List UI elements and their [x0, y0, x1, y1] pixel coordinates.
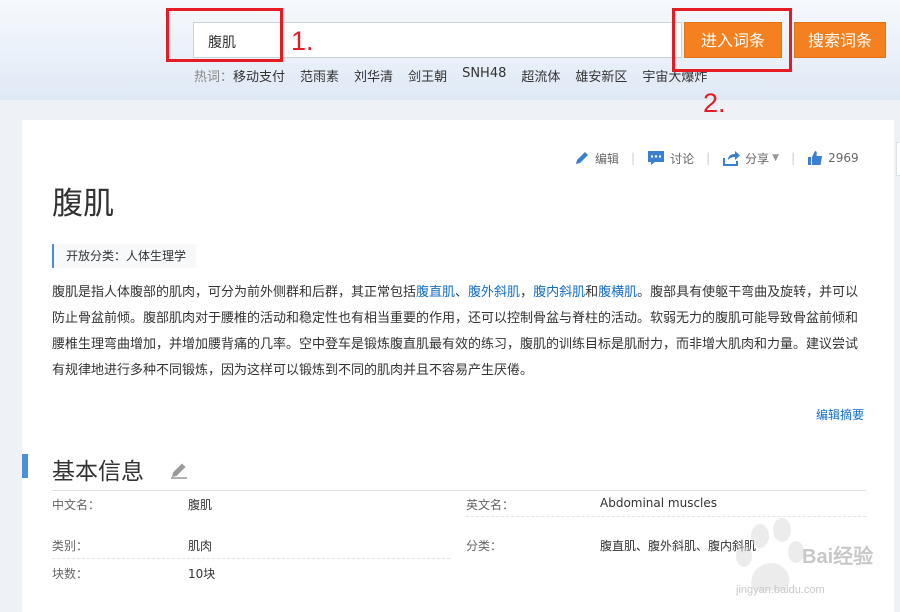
toolbar-divider: | — [706, 151, 711, 165]
hotword-link[interactable]: 范雨素 — [300, 66, 339, 85]
summary-conjunction: 和 — [585, 285, 599, 300]
hotword-link[interactable]: 剑王朝 — [408, 66, 447, 85]
watermark-brand: Bai经验 — [802, 546, 874, 568]
discuss-button[interactable]: 讨论 — [647, 150, 694, 167]
caret-down-icon: ▼ — [772, 153, 780, 163]
like-button[interactable]: 2969 — [807, 150, 859, 166]
edit-button[interactable]: 编辑 — [574, 150, 619, 167]
open-category-tag[interactable]: 开放分类：人体生理学 — [52, 244, 197, 268]
hotword-link[interactable]: 刘华清 — [354, 66, 393, 85]
summary-separator: 、 — [455, 285, 469, 300]
annotation-box-enter — [672, 8, 792, 72]
entry-toolbar: 编辑 | 讨论 | 分享 ▼ | 2969 — [574, 148, 859, 168]
link-transversus-abdominis[interactable]: 腹横肌 — [598, 285, 637, 300]
basic-info-title: 基本信息 — [52, 459, 144, 485]
info-label: 块数： — [52, 567, 89, 581]
summary-text: 腹肌是指人体腹部的肌肉，可分为前外侧群和后群，其正常包括 — [52, 285, 417, 300]
hotwords-bar: 热词： 移动支付 范雨素 刘华清 剑王朝 SNH48 超流体 雄安新区 宇宙大爆… — [194, 66, 722, 85]
share-button[interactable]: 分享 ▼ — [722, 150, 779, 167]
link-external-oblique[interactable]: 腹外斜肌 — [468, 285, 520, 300]
hotword-link[interactable]: 雄安新区 — [575, 66, 627, 85]
info-value: 10块 — [188, 567, 216, 581]
info-row: 块数： 10块 — [52, 558, 450, 584]
hotword-link[interactable]: 超流体 — [521, 66, 560, 85]
hotword-link[interactable]: SNH48 — [462, 66, 506, 84]
info-label: 英文名： — [466, 498, 515, 512]
watermark-url: jingyan.baidu.com — [736, 584, 825, 596]
summary-separator: ， — [520, 285, 534, 300]
link-rectus-abdominis[interactable]: 腹直肌 — [416, 285, 455, 300]
info-label: 类别： — [52, 539, 89, 553]
entry-summary: 腹肌是指人体腹部的肌肉，可分为前外侧群和后群，其正常包括腹直肌、腹外斜肌，腹内斜… — [52, 280, 864, 384]
side-panel-edge — [896, 142, 900, 176]
toolbar-divider: | — [631, 151, 636, 165]
thumbs-up-icon — [808, 151, 823, 165]
link-internal-oblique[interactable]: 腹内斜肌 — [533, 285, 585, 300]
annotation-step-1: 1. — [291, 26, 314, 56]
hotword-link[interactable]: 移动支付 — [233, 66, 285, 85]
annotation-box-search — [166, 8, 283, 62]
share-label: 分享 — [745, 151, 770, 166]
annotation-step-2: 2. — [703, 88, 726, 118]
info-value: 腹肌 — [188, 498, 213, 512]
share-icon — [723, 151, 741, 166]
pencil-icon — [576, 152, 588, 164]
like-count: 2969 — [828, 151, 859, 165]
chat-icon — [648, 151, 665, 165]
info-value: 肌肉 — [188, 539, 213, 553]
section-marker — [22, 454, 28, 478]
search-entry-button[interactable]: 搜索词条 — [794, 22, 886, 58]
discuss-label: 讨论 — [670, 151, 695, 166]
page-title: 腹肌 — [52, 186, 114, 222]
toolbar-divider: | — [791, 151, 796, 165]
pencil-icon[interactable] — [170, 461, 188, 479]
hotwords-label: 热词： — [194, 70, 234, 85]
info-label: 分类： — [466, 539, 503, 553]
info-label: 中文名： — [52, 498, 101, 512]
edit-summary-link[interactable]: 编辑摘要 — [816, 406, 864, 423]
edit-label: 编辑 — [595, 151, 620, 166]
